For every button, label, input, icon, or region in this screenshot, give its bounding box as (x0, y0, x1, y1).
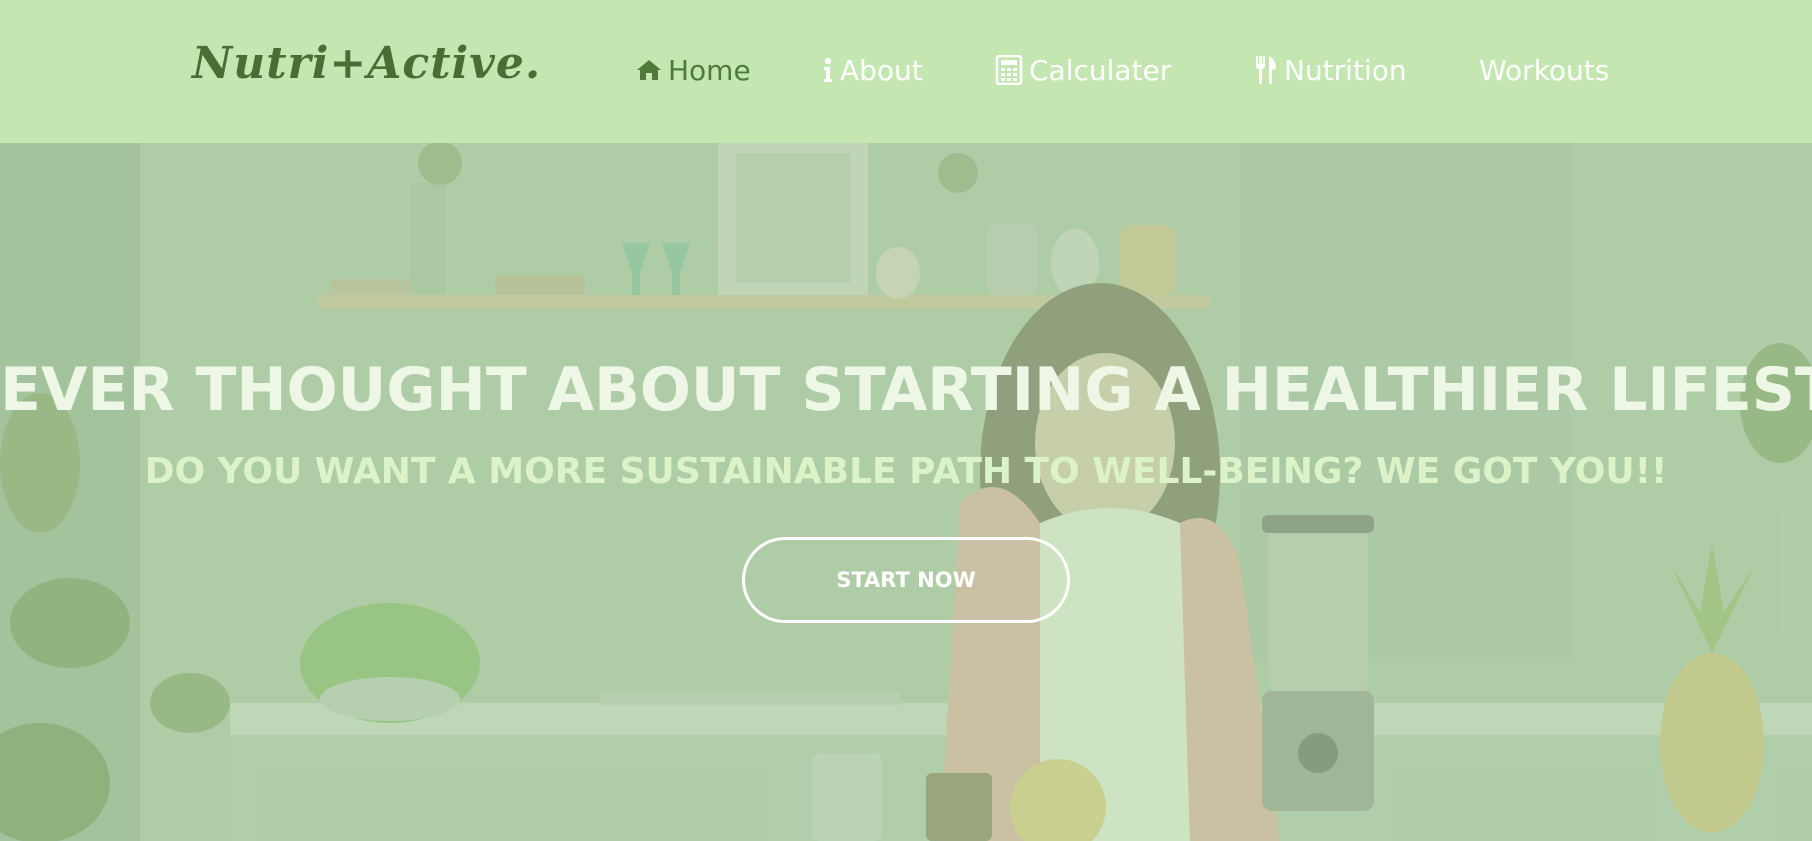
site-logo[interactable]: Nutri+Active. (192, 38, 541, 89)
nav-item-home[interactable]: Home (636, 48, 751, 92)
nav-item-label: Nutrition (1284, 53, 1407, 87)
nav-item-about[interactable]: About (822, 48, 923, 92)
nav-item-label: Calculater (1029, 53, 1172, 87)
nav-item-label: About (840, 53, 923, 87)
calculator-icon (995, 55, 1023, 85)
hero-overlay (0, 143, 1812, 841)
home-icon (637, 60, 661, 80)
cutlery-icon (1256, 56, 1276, 84)
site-header: Nutri+Active. Home About Calculater Nutr… (0, 0, 1812, 143)
hero-subtitle: DO YOU WANT A MORE SUSTAINABLE PATH TO W… (144, 450, 1668, 492)
nav-item-label: Workouts (1479, 53, 1610, 87)
info-icon (824, 57, 832, 82)
hero-title: EVER THOUGHT ABOUT STARTING A HEALTHIER … (0, 355, 1812, 426)
start-now-button[interactable]: START NOW (742, 537, 1070, 623)
nav-item-label: Home (668, 53, 751, 87)
nav-item-workouts[interactable]: Workouts (1479, 48, 1609, 92)
hero-section: EVER THOUGHT ABOUT STARTING A HEALTHIER … (0, 143, 1812, 841)
nav-item-nutrition[interactable]: Nutrition (1254, 48, 1407, 92)
nav-item-calculater[interactable]: Calculater (995, 48, 1171, 92)
